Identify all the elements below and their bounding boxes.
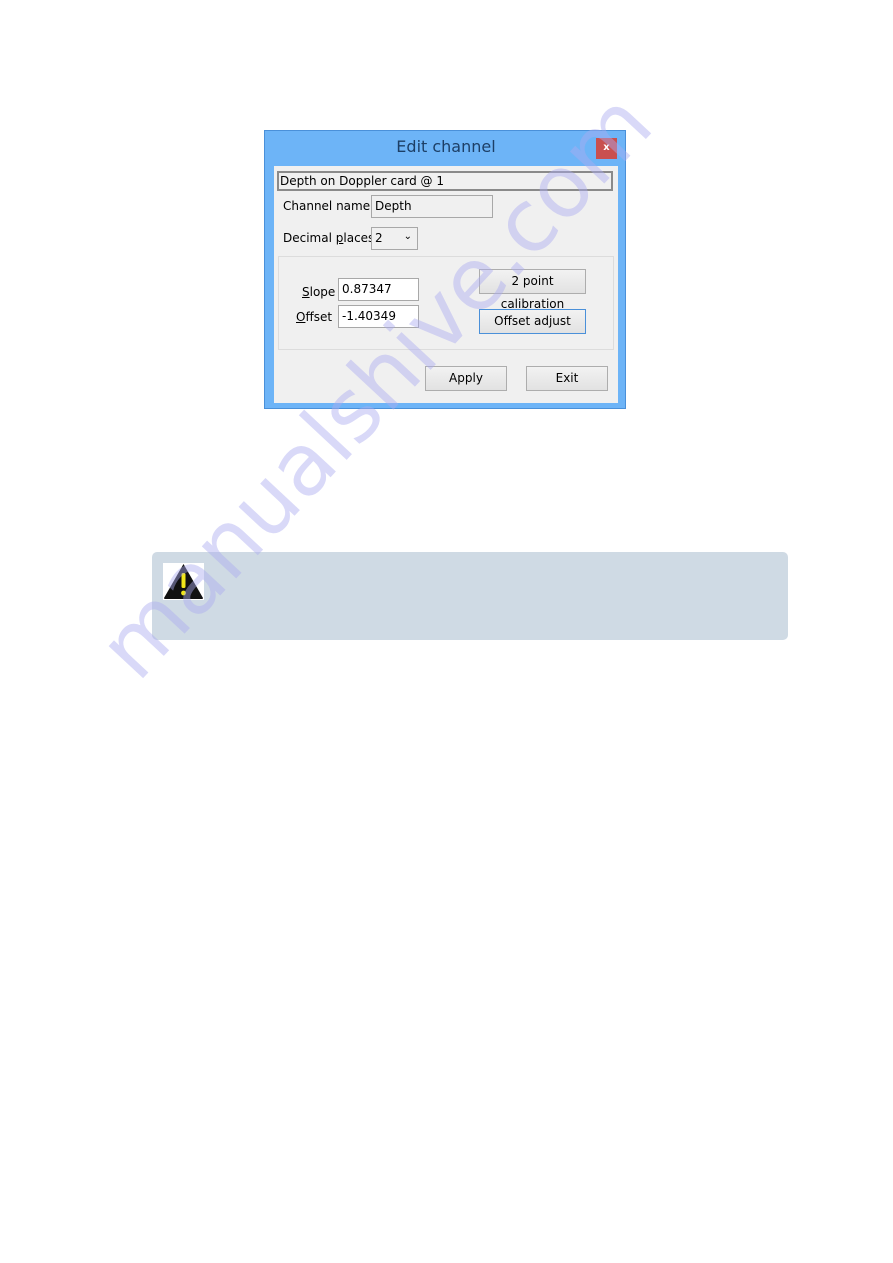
- dialog-title: Edit channel: [396, 137, 496, 156]
- chevron-down-icon: ⌄: [403, 231, 412, 242]
- select-value: 2: [375, 231, 383, 245]
- decimal-places-select[interactable]: 2 ⌄: [371, 227, 418, 250]
- channel-description-field: Depth on Doppler card @ 1: [277, 171, 613, 191]
- dialog-client-area: Depth on Doppler card @ 1 Channel name D…: [274, 166, 618, 403]
- offset-adjust-button[interactable]: Offset adjust: [479, 309, 586, 334]
- label-part: ffset: [305, 310, 333, 324]
- warning-triangle-icon: [163, 563, 204, 600]
- two-point-calibration-button[interactable]: 2 point calibration: [479, 269, 586, 311]
- channel-name-input[interactable]: Depth: [371, 195, 493, 218]
- label-part: Decimal: [283, 231, 336, 245]
- close-button[interactable]: x: [596, 138, 617, 159]
- warning-box: [152, 552, 788, 640]
- label-mnemonic: S: [302, 285, 310, 299]
- apply-button[interactable]: Apply: [425, 366, 507, 391]
- label-part: lope: [309, 285, 336, 299]
- offset-label: Offset: [296, 310, 332, 324]
- channel-name-label: Channel name: [283, 199, 371, 213]
- decimal-places-label: Decimal places: [283, 231, 374, 245]
- label-part: laces: [343, 231, 375, 245]
- edit-channel-dialog: Edit channel x Depth on Doppler card @ 1…: [264, 130, 626, 409]
- offset-input[interactable]: -1.40349: [338, 305, 419, 328]
- slope-label: Slope: [302, 285, 335, 299]
- exit-button[interactable]: Exit: [526, 366, 608, 391]
- slope-input[interactable]: 0.87347: [338, 278, 419, 301]
- document-page: Edit channel x Depth on Doppler card @ 1…: [0, 0, 893, 1263]
